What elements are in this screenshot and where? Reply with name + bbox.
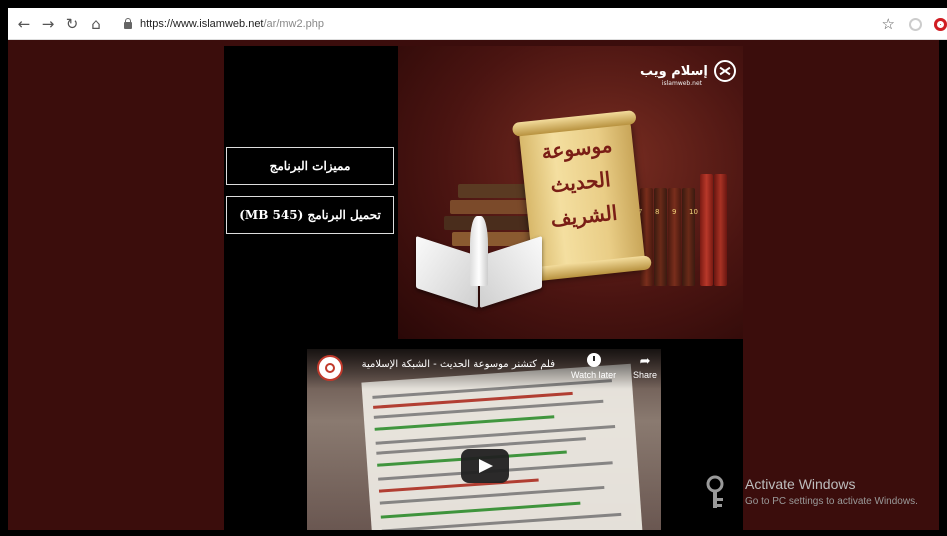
logo-text-ar: إسلام ويب [640, 63, 708, 79]
reload-icon[interactable]: ↻ [62, 15, 82, 33]
opera-icon[interactable] [934, 17, 947, 31]
key-icon [706, 475, 724, 508]
logo-text-en: islamweb.net [661, 80, 702, 87]
scroll-line-2: الحديث [549, 166, 612, 198]
scroll-line-1: موسوعة [540, 132, 614, 164]
screen: ← → ↻ ⌂ https://www.islamweb.net/ar/mw2.… [0, 0, 947, 536]
book-number: 10 [689, 208, 698, 216]
logo-mark-icon [713, 60, 736, 82]
video-title[interactable]: فلم كتشنر موسوعة الحديث - الشبكة الإسلام… [347, 359, 555, 370]
youtube-embed[interactable]: فلم كتشنر موسوعة الحديث - الشبكة الإسلام… [307, 349, 661, 530]
share-button[interactable]: ➦ Share [633, 353, 657, 380]
url-path: /ar/mw2.php [263, 18, 325, 30]
open-book-illustration [416, 216, 546, 309]
book-spine [682, 188, 695, 286]
watch-later-label: Watch later [571, 370, 617, 380]
book-spine [668, 188, 681, 286]
play-button[interactable] [461, 449, 509, 483]
toolbar-right: ☆ [882, 8, 947, 40]
download-button[interactable]: تحميل البرنامج (545 MB) [226, 196, 394, 234]
book-numbers: 7 8 9 10 [638, 208, 698, 216]
book-number: 8 [655, 208, 660, 216]
page-content: مميزات البرنامج تحميل البرنامج (545 MB) … [8, 40, 939, 530]
clock-icon [586, 353, 601, 367]
channel-avatar[interactable] [317, 355, 343, 381]
book-page-right [480, 235, 542, 309]
url-host: https://www.islamweb.net [140, 18, 264, 30]
lock-icon [124, 17, 132, 29]
site-logo[interactable]: إسلام ويب islamweb.net [640, 60, 736, 87]
book-spine [700, 174, 713, 286]
browser-toolbar: ← → ↻ ⌂ https://www.islamweb.net/ar/mw2.… [8, 8, 947, 40]
video-panel: فلم كتشنر موسوعة الحديث - الشبكة الإسلام… [224, 339, 743, 530]
address-bar[interactable]: https://www.islamweb.net/ar/mw2.php [124, 8, 324, 40]
book-spine [654, 188, 667, 286]
features-button[interactable]: مميزات البرنامج [226, 147, 394, 185]
activate-windows-watermark: Activate Windows Go to PC settings to ac… [705, 470, 941, 520]
share-arrow-icon: ➦ [639, 353, 651, 368]
activate-title: Activate Windows [745, 476, 856, 492]
home-icon[interactable]: ⌂ [86, 15, 106, 33]
book-number: 9 [672, 208, 677, 216]
forward-arrow-icon[interactable]: → [38, 15, 58, 33]
book-spine [714, 174, 727, 286]
hero-banner: إسلام ويب islamweb.net 7 8 9 10 موسوعة ا… [398, 46, 743, 339]
nav-buttons: ← → ↻ ⌂ [14, 8, 110, 40]
back-arrow-icon[interactable]: ← [14, 15, 34, 33]
book-pages-fan [470, 216, 488, 286]
extension-icon[interactable] [909, 17, 922, 31]
bookmark-star-icon[interactable]: ☆ [882, 15, 895, 33]
share-label: Share [633, 370, 658, 380]
watch-later-button[interactable]: Watch later [571, 353, 616, 380]
book-page-left [416, 235, 478, 309]
video-header: فلم كتشنر موسوعة الحديث - الشبكة الإسلام… [307, 349, 661, 389]
activate-subtitle: Go to PC settings to activate Windows. [745, 496, 918, 507]
